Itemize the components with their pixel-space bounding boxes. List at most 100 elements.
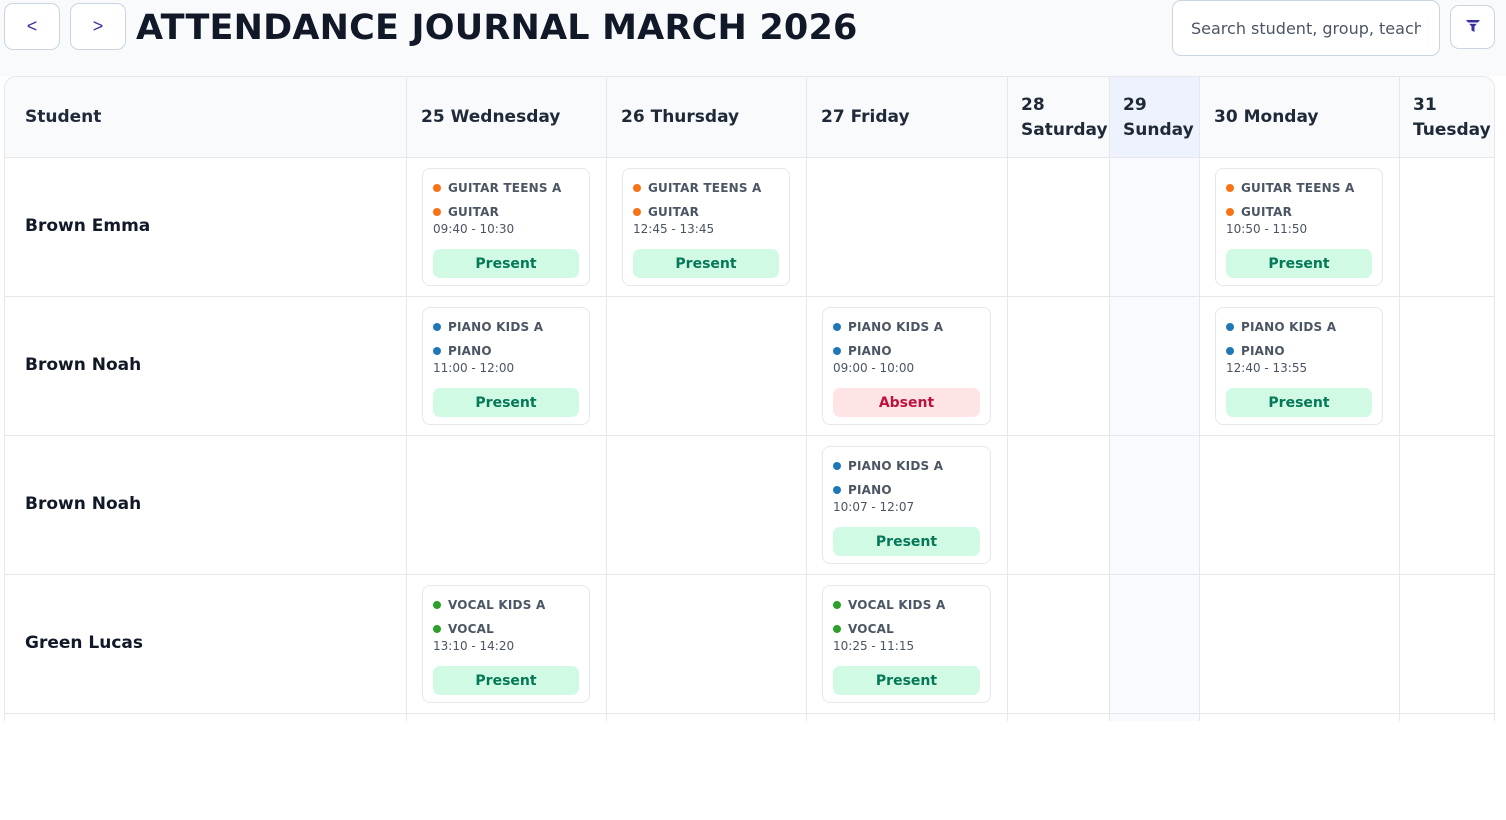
attendance-status-button[interactable]: Present (633, 249, 779, 278)
lesson-subject: VOCAL (433, 620, 579, 638)
attendance-status-button[interactable]: Present (833, 666, 980, 695)
attendance-status-button[interactable]: Present (433, 249, 579, 278)
subject-name: PIANO (448, 344, 492, 358)
lesson-time: 10:50 - 11:50 (1226, 222, 1308, 236)
next-week-button[interactable]: > (70, 3, 126, 50)
column-header-student: Student (9, 77, 406, 158)
subject-color-dot (433, 625, 441, 633)
weekday-name: Wednesday (450, 107, 561, 127)
weekday-name: Sunday (1123, 119, 1194, 140)
lesson-group: VOCAL KIDS A (433, 596, 579, 614)
subject-color-dot (433, 208, 441, 216)
subject-name: PIANO (1241, 344, 1285, 358)
subject-color-dot (833, 625, 841, 633)
column-header-day-31: 31 Tuesday (1399, 77, 1494, 158)
lesson-group: GUITAR TEENS A (633, 179, 779, 197)
column-header-day-25: 25 Wednesday (406, 77, 606, 158)
row-divider (5, 713, 1494, 714)
lesson-group: PIANO KIDS A (833, 457, 980, 475)
column-divider (1007, 77, 1008, 721)
student-name[interactable]: Green Lucas (25, 633, 143, 653)
column-header-day-30: 30 Monday (1199, 77, 1399, 158)
subject-color-dot (1226, 208, 1234, 216)
group-name: PIANO KIDS A (448, 320, 544, 334)
attendance-grid: Student 25 Wednesday 26 Thursday 27 Friday 2… (4, 76, 1495, 721)
page-title: ATTENDANCE JOURNAL MARCH 2026 (136, 8, 858, 48)
lesson-time: 11:00 - 12:00 (433, 361, 515, 375)
subject-name: PIANO (848, 344, 892, 358)
row-divider (5, 435, 1494, 436)
filter-button[interactable] (1450, 5, 1495, 49)
lesson-group: VOCAL KIDS A (833, 596, 980, 614)
group-color-dot (633, 184, 641, 192)
day-number: 25 (421, 107, 445, 127)
lesson-card[interactable]: GUITAR TEENS A GUITAR 12:45 - 13:45 Present (622, 168, 790, 286)
lesson-card[interactable]: VOCAL KIDS A VOCAL 10:25 - 11:15 Present (822, 585, 991, 703)
day-number: 31 (1413, 94, 1437, 115)
search-input[interactable] (1172, 0, 1440, 56)
lesson-time: 09:00 - 10:00 (833, 361, 915, 375)
group-color-dot (433, 601, 441, 609)
lesson-time: 12:40 - 13:55 (1226, 361, 1308, 375)
student-name[interactable]: Brown Emma (25, 216, 150, 236)
lesson-card[interactable]: PIANO KIDS A PIANO 11:00 - 12:00 Present (422, 307, 590, 425)
subject-name: VOCAL (848, 622, 895, 636)
lesson-card[interactable]: PIANO KIDS A PIANO 09:00 - 10:00 Absent (822, 307, 991, 425)
subject-name: GUITAR (648, 205, 700, 219)
lesson-card[interactable]: PIANO KIDS A PIANO 12:40 - 13:55 Present (1215, 307, 1383, 425)
group-name: PIANO KIDS A (848, 459, 944, 473)
attendance-status-button[interactable]: Present (1226, 388, 1372, 417)
attendance-status-button[interactable]: Present (1226, 249, 1372, 278)
lesson-subject: PIANO (833, 342, 980, 360)
top-toolbar: < > ATTENDANCE JOURNAL MARCH 2026 (0, 0, 1506, 76)
lesson-time: 10:07 - 12:07 (833, 500, 915, 514)
student-name[interactable]: Brown Noah (25, 355, 141, 375)
column-divider (606, 77, 607, 721)
lesson-time: 09:40 - 10:30 (433, 222, 515, 236)
previous-week-button[interactable]: < (4, 3, 60, 50)
column-header-day-26: 26 Thursday (606, 77, 806, 158)
group-name: VOCAL KIDS A (448, 598, 546, 612)
day-number: 29 (1123, 94, 1147, 115)
lesson-time: 10:25 - 11:15 (833, 639, 915, 653)
lesson-card[interactable]: VOCAL KIDS A VOCAL 13:10 - 14:20 Present (422, 585, 590, 703)
attendance-status-button[interactable]: Present (433, 666, 579, 695)
attendance-status-button[interactable]: Present (433, 388, 579, 417)
sunday-column-background (1109, 77, 1199, 721)
subject-color-dot (1226, 347, 1234, 355)
group-color-dot (833, 323, 841, 331)
subject-name: GUITAR (1241, 205, 1293, 219)
lesson-group: PIANO KIDS A (1226, 318, 1372, 336)
day-number: 27 (821, 107, 845, 127)
lesson-card[interactable]: PIANO KIDS A PIANO 10:07 - 12:07 Present (822, 446, 991, 564)
group-name: GUITAR TEENS A (448, 181, 562, 195)
group-name: VOCAL KIDS A (848, 598, 946, 612)
subject-name: PIANO (848, 483, 892, 497)
lesson-group: PIANO KIDS A (433, 318, 579, 336)
row-divider (5, 296, 1494, 297)
weekday-name: Monday (1243, 107, 1319, 127)
subject-name: VOCAL (448, 622, 495, 636)
row-divider (5, 574, 1494, 575)
lesson-subject: GUITAR (633, 203, 779, 221)
student-name[interactable]: Brown Noah (25, 494, 141, 514)
attendance-status-button[interactable]: Present (833, 527, 980, 556)
lesson-subject: PIANO (433, 342, 579, 360)
lesson-subject: VOCAL (833, 620, 980, 638)
day-number: 26 (621, 107, 645, 127)
group-name: PIANO KIDS A (1241, 320, 1337, 334)
lesson-group: GUITAR TEENS A (1226, 179, 1372, 197)
lesson-group: PIANO KIDS A (833, 318, 980, 336)
group-name: PIANO KIDS A (848, 320, 944, 334)
group-name: GUITAR TEENS A (648, 181, 762, 195)
weekday-name: Saturday (1021, 119, 1108, 140)
column-divider (406, 77, 407, 721)
weekday-name: Thursday (650, 107, 740, 127)
lesson-card[interactable]: GUITAR TEENS A GUITAR 10:50 - 11:50 Present (1215, 168, 1383, 286)
attendance-status-button[interactable]: Absent (833, 388, 980, 417)
lesson-card[interactable]: GUITAR TEENS A GUITAR 09:40 - 10:30 Present (422, 168, 590, 286)
column-header-label: Student (25, 107, 102, 127)
lesson-subject: PIANO (1226, 342, 1372, 360)
lesson-time: 12:45 - 13:45 (633, 222, 715, 236)
column-header-day-29: 29 Sunday (1109, 77, 1199, 158)
